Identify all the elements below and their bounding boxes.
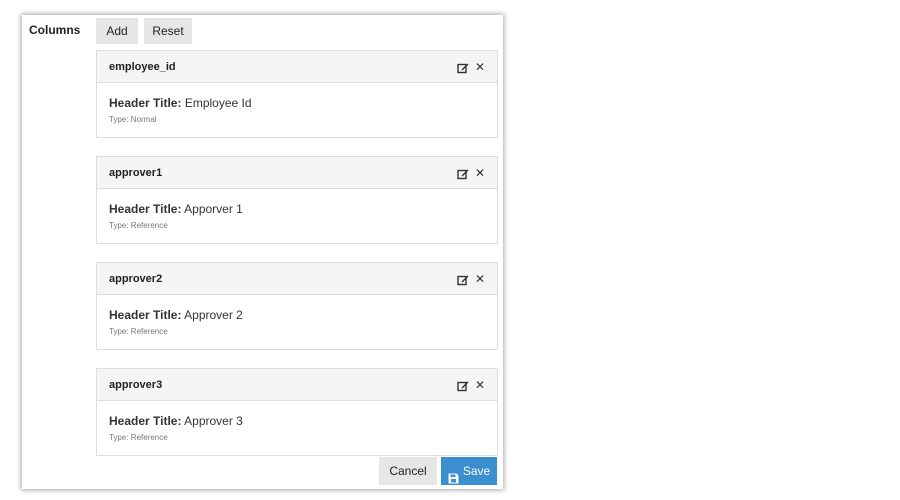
- column-name: approver1: [109, 166, 163, 179]
- column-list: employee_id ✕ Header Title: Employee Id …: [96, 50, 498, 474]
- column-type: Type: Reference: [109, 327, 168, 336]
- column-actions: ✕: [457, 61, 485, 73]
- header-title-key: Header Title:: [109, 414, 182, 428]
- column-name: approver3: [109, 378, 163, 391]
- column-card-header: employee_id ✕: [97, 51, 497, 83]
- header-title-line: Header Title: Approver 3: [109, 414, 485, 428]
- header-title-value: Approver 2: [184, 308, 243, 322]
- edit-icon[interactable]: [457, 273, 469, 285]
- reset-button[interactable]: Reset: [144, 18, 192, 44]
- column-card-body: Header Title: Employee Id Type: Normal: [97, 83, 497, 124]
- header-title-value: Approver 3: [184, 414, 243, 428]
- column-type: Type: Normal: [109, 115, 157, 124]
- header-title-key: Header Title:: [109, 308, 182, 322]
- edit-icon[interactable]: [457, 167, 469, 179]
- header-title-value: Apporver 1: [184, 202, 243, 216]
- column-type: Type: Reference: [109, 221, 168, 230]
- dialog-footer: Cancel Save: [379, 457, 497, 485]
- column-card-body: Header Title: Approver 2 Type: Reference: [97, 295, 497, 336]
- column-card-header: approver3 ✕: [97, 369, 497, 401]
- column-card-header: approver1 ✕: [97, 157, 497, 189]
- header-title-line: Header Title: Employee Id: [109, 96, 485, 110]
- column-card-body: Header Title: Approver 3 Type: Reference: [97, 401, 497, 442]
- column-card-body: Header Title: Apporver 1 Type: Reference: [97, 189, 497, 230]
- column-card: employee_id ✕ Header Title: Employee Id …: [96, 50, 498, 138]
- columns-dialog: Columns Add Reset employee_id ✕ Header T…: [22, 15, 503, 489]
- column-card: approver2 ✕ Header Title: Approver 2 Typ…: [96, 262, 498, 350]
- cancel-button[interactable]: Cancel: [379, 457, 437, 485]
- column-card: approver3 ✕ Header Title: Approver 3 Typ…: [96, 368, 498, 456]
- column-actions: ✕: [457, 167, 485, 179]
- header-title-value: Employee Id: [184, 96, 252, 110]
- floppy-disk-icon: [448, 466, 459, 483]
- save-button-label: Save: [462, 464, 491, 478]
- close-icon[interactable]: ✕: [475, 273, 485, 285]
- save-button[interactable]: Save: [441, 457, 497, 485]
- header-title-key: Header Title:: [109, 202, 182, 216]
- columns-toolbar: Add Reset: [96, 18, 192, 44]
- column-actions: ✕: [457, 273, 485, 285]
- header-title-line: Header Title: Approver 2: [109, 308, 485, 322]
- close-icon[interactable]: ✕: [475, 167, 485, 179]
- column-actions: ✕: [457, 379, 485, 391]
- column-type: Type: Reference: [109, 433, 168, 442]
- add-button[interactable]: Add: [96, 18, 138, 44]
- edit-icon[interactable]: [457, 379, 469, 391]
- close-icon[interactable]: ✕: [475, 61, 485, 73]
- column-card: approver1 ✕ Header Title: Apporver 1 Typ…: [96, 156, 498, 244]
- edit-icon[interactable]: [457, 61, 469, 73]
- column-name: approver2: [109, 272, 163, 285]
- column-card-header: approver2 ✕: [97, 263, 497, 295]
- columns-label: Columns: [29, 23, 81, 37]
- close-icon[interactable]: ✕: [475, 379, 485, 391]
- column-name: employee_id: [109, 60, 176, 73]
- header-title-key: Header Title:: [109, 96, 182, 110]
- header-title-line: Header Title: Apporver 1: [109, 202, 485, 216]
